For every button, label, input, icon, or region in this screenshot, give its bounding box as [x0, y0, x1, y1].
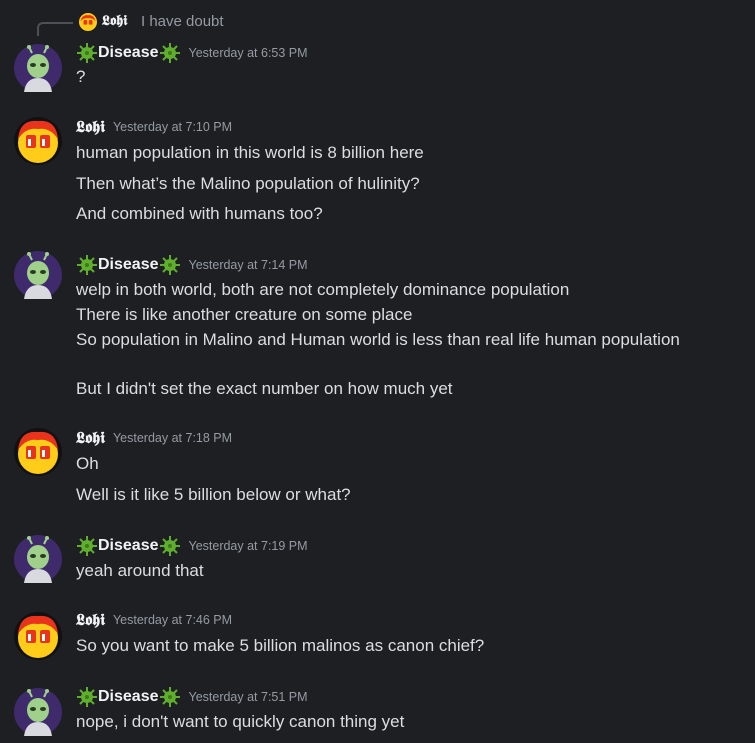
- virus-icon: [159, 535, 181, 557]
- virus-icon: [76, 42, 98, 64]
- disease-avatar[interactable]: [14, 688, 62, 736]
- username[interactable]: Disease: [98, 537, 159, 554]
- username[interactable]: 𝕷𝖔𝖍𝖎: [76, 117, 105, 136]
- timestamp[interactable]: Yesterday at 7:51 PM: [189, 690, 308, 704]
- disease-avatar[interactable]: [14, 44, 62, 92]
- virus-icon: [76, 535, 98, 557]
- message-text: yeah around that: [76, 561, 204, 580]
- message-text: But I didn't set the exact number on how…: [76, 379, 453, 398]
- message-header: Disease Yesterday at 7:51 PM: [76, 686, 308, 710]
- message-header: 𝕷𝖔𝖍𝖎 Yesterday at 7:10 PM: [76, 117, 232, 141]
- message-text: welp in both world, both are not complet…: [76, 280, 570, 299]
- reply-reference[interactable]: 𝕷𝖔𝖍𝖎 I have doubt: [0, 0, 755, 40]
- timestamp[interactable]: Yesterday at 7:19 PM: [189, 539, 308, 553]
- message-text: Well is it like 5 billion below or what?: [76, 485, 351, 504]
- lohi-avatar-small-icon: [79, 13, 97, 31]
- message-header: Disease Yesterday at 7:19 PM: [76, 535, 308, 559]
- virus-icon: [159, 686, 181, 708]
- username[interactable]: Disease: [98, 44, 159, 61]
- username[interactable]: Disease: [98, 256, 159, 273]
- lohi-avatar[interactable]: [14, 428, 62, 476]
- message-text: So population in Malino and Human world …: [76, 330, 680, 349]
- username[interactable]: 𝕷𝖔𝖍𝖎: [76, 428, 105, 447]
- timestamp[interactable]: Yesterday at 7:14 PM: [189, 258, 308, 272]
- disease-avatar[interactable]: [14, 535, 62, 583]
- virus-icon: [159, 254, 181, 276]
- timestamp[interactable]: Yesterday at 7:18 PM: [113, 431, 232, 445]
- message-text: ?: [76, 67, 86, 86]
- message-text: And combined with humans too?: [76, 204, 323, 223]
- reply-spine: [37, 22, 73, 36]
- username[interactable]: 𝕷𝖔𝖍𝖎: [76, 610, 105, 629]
- message-header: Disease Yesterday at 6:53 PM: [76, 42, 308, 66]
- message-text: human population in this world is 8 bill…: [76, 143, 424, 162]
- timestamp[interactable]: Yesterday at 7:46 PM: [113, 613, 232, 627]
- reply-text[interactable]: I have doubt: [141, 13, 224, 30]
- timestamp[interactable]: Yesterday at 6:53 PM: [189, 46, 308, 60]
- message-text: nope, i don't want to quickly canon thin…: [76, 712, 405, 731]
- lohi-avatar[interactable]: [14, 612, 62, 660]
- disease-avatar[interactable]: [14, 251, 62, 299]
- message-text: Then what’s the Malino population of hul…: [76, 174, 420, 193]
- virus-icon: [76, 686, 98, 708]
- message-header: 𝕷𝖔𝖍𝖎 Yesterday at 7:46 PM: [76, 610, 232, 634]
- lohi-avatar[interactable]: [14, 117, 62, 165]
- message-text: There is like another creature on some p…: [76, 305, 413, 324]
- message-text: Oh: [76, 454, 99, 473]
- virus-icon: [159, 42, 181, 64]
- message-header: 𝕷𝖔𝖍𝖎 Yesterday at 7:18 PM: [76, 428, 232, 452]
- username[interactable]: Disease: [98, 688, 159, 705]
- virus-icon: [76, 254, 98, 276]
- timestamp[interactable]: Yesterday at 7:10 PM: [113, 120, 232, 134]
- reply-author[interactable]: 𝕷𝖔𝖍𝖎: [102, 13, 127, 29]
- message-text: So you want to make 5 billion malinos as…: [76, 636, 485, 655]
- message-header: Disease Yesterday at 7:14 PM: [76, 254, 308, 278]
